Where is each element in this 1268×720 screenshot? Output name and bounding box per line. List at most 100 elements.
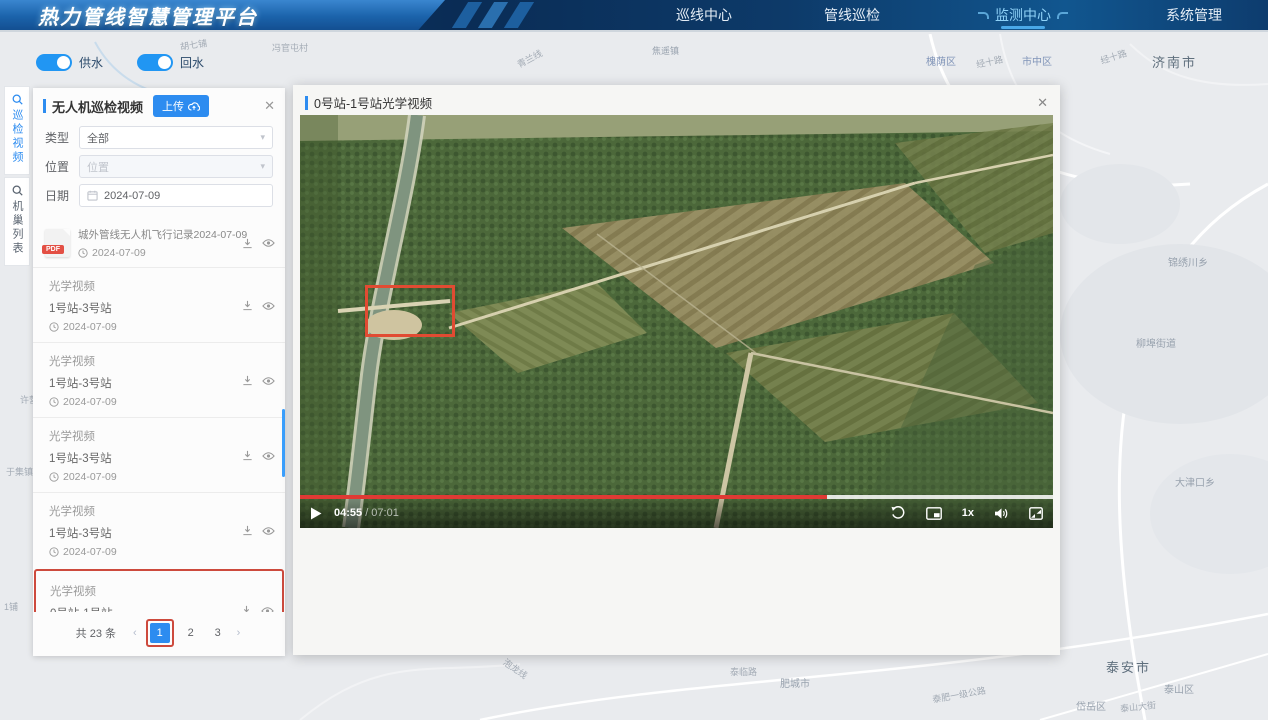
- pagination-page-1[interactable]: 1: [150, 623, 170, 643]
- eye-icon[interactable]: [262, 300, 275, 311]
- clock-icon: [49, 397, 59, 407]
- video-list-item[interactable]: 光学视频 1号站-3号站 2024-07-09: [33, 417, 285, 492]
- date-filter-label: 日期: [45, 187, 79, 204]
- map-label: 焦遥镇: [652, 44, 679, 57]
- sidebar-item-label: 机巢列表: [9, 200, 25, 256]
- top-navbar: 热力管线智慧管理平台 巡线中心 管线巡检 监测中心 系统管理: [0, 0, 1268, 32]
- search-icon: [12, 94, 23, 105]
- return-water-toggle[interactable]: [137, 54, 173, 71]
- calendar-icon: [87, 190, 98, 201]
- clock-icon: [49, 547, 59, 557]
- pagination-page-3[interactable]: 3: [208, 623, 228, 643]
- eye-icon[interactable]: [262, 238, 275, 249]
- map-label: 槐荫区: [926, 53, 956, 68]
- download-icon[interactable]: [242, 300, 253, 311]
- chevron-down-icon: ▾: [260, 161, 265, 172]
- pdf-title: 城外管线无人机飞行记录2024-07-09: [78, 227, 236, 242]
- return-water-toggle-group: 回水: [137, 54, 204, 71]
- supply-water-toggle-group: 供水: [36, 54, 103, 71]
- drone-video-panel: 无人机巡检视频 上传 ✕ 类型 全部 ▾ 位置 位置 ▾ 日期: [33, 88, 285, 656]
- cloud-upload-icon: [188, 102, 200, 111]
- current-time: 04:55: [334, 507, 362, 519]
- supply-water-toggle[interactable]: [36, 54, 72, 71]
- upload-button[interactable]: 上传: [153, 95, 209, 117]
- video-list-item-selected[interactable]: 光学视频 0号站-1号站 2024-07-09: [34, 569, 284, 612]
- eye-icon[interactable]: [262, 525, 275, 536]
- map-label: 锦绣川乡: [1168, 254, 1208, 269]
- modal-title: 0号站-1号站光学视频: [314, 93, 432, 112]
- title-accent-bar: [43, 99, 46, 113]
- map-label: 1铺: [4, 600, 18, 613]
- playback-speed-button[interactable]: 1x: [962, 507, 974, 519]
- clock-icon: [49, 472, 59, 482]
- pagination-next[interactable]: ›: [235, 627, 243, 639]
- nav-active-decoration-left: [978, 12, 989, 19]
- download-icon[interactable]: [242, 525, 253, 536]
- pagination-page-2[interactable]: 2: [181, 623, 201, 643]
- sidebar-item-nest-list[interactable]: 机巢列表: [4, 177, 30, 266]
- fullscreen-icon[interactable]: [1029, 507, 1043, 520]
- map-label: 肥城市: [780, 675, 810, 690]
- map-label: 大津口乡: [1175, 474, 1215, 489]
- duration: / 07:01: [362, 507, 399, 519]
- pdf-date: 2024-07-09: [92, 247, 146, 259]
- map-label: 市中区: [1022, 53, 1052, 68]
- download-icon[interactable]: [242, 375, 253, 386]
- return-water-label: 回水: [180, 54, 204, 71]
- video-list-item[interactable]: 光学视频 1号站-3号站 2024-07-09: [33, 267, 285, 342]
- eye-icon[interactable]: [262, 375, 275, 386]
- search-icon: [12, 185, 23, 196]
- nav-active-underline: [1001, 26, 1045, 29]
- eye-icon[interactable]: [262, 450, 275, 461]
- video-player[interactable]: 04:55 / 07:01 1x: [300, 115, 1053, 528]
- download-icon[interactable]: [242, 238, 253, 249]
- map-label: 柳埠街道: [1136, 335, 1176, 350]
- map-label: 冯官屯村: [272, 41, 308, 54]
- app-logo: 热力管线智慧管理平台: [0, 0, 445, 30]
- pagination-prev[interactable]: ‹: [131, 627, 139, 639]
- nav-item-system-management[interactable]: 系统管理: [1120, 0, 1268, 30]
- eye-icon[interactable]: [261, 605, 274, 612]
- app-title: 热力管线智慧管理平台: [38, 1, 258, 30]
- replay-icon[interactable]: [891, 506, 906, 520]
- title-accent-bar: [305, 96, 308, 110]
- video-list-item[interactable]: 光学视频 1号站-3号站 2024-07-09: [33, 342, 285, 417]
- download-icon[interactable]: [241, 605, 252, 612]
- map-label: 于集镇: [6, 465, 33, 478]
- location-filter-label: 位置: [45, 158, 79, 175]
- volume-icon[interactable]: [994, 507, 1009, 520]
- panel-close-icon[interactable]: ✕: [264, 98, 275, 114]
- chevron-down-icon: ▾: [260, 132, 265, 143]
- player-controls: 04:55 / 07:01 1x: [300, 494, 1053, 528]
- play-button[interactable]: [310, 507, 322, 520]
- map-label: 泰安市: [1106, 657, 1151, 676]
- nav-item-patrol-center[interactable]: 巡线中心: [630, 0, 778, 30]
- map-label: 泰山区: [1164, 681, 1194, 696]
- video-modal: 0号站-1号站光学视频 ✕: [293, 85, 1060, 655]
- pagination-total: 共 23 条: [76, 625, 116, 641]
- annotation-box-page: 1: [146, 619, 174, 647]
- date-input[interactable]: 2024-07-09: [79, 184, 273, 207]
- header-stripes-decoration: [452, 2, 562, 28]
- nav-active-decoration-right: [1057, 12, 1068, 19]
- panel-title: 无人机巡检视频: [52, 97, 143, 116]
- clock-icon: [49, 322, 59, 332]
- download-icon[interactable]: [242, 450, 253, 461]
- map-label: 济南市: [1152, 52, 1197, 71]
- sidebar-item-inspection-video[interactable]: 巡检视频: [4, 86, 30, 175]
- list-scrollbar[interactable]: [282, 409, 285, 477]
- type-filter-label: 类型: [45, 129, 79, 146]
- map-label: 岱岳区: [1076, 698, 1106, 713]
- map-label: 泰临路: [730, 665, 757, 678]
- supply-water-label: 供水: [79, 54, 103, 71]
- type-select[interactable]: 全部 ▾: [79, 126, 273, 149]
- video-annotation-box: [365, 285, 455, 337]
- sidebar-item-label: 巡检视频: [9, 109, 25, 165]
- nav-item-pipeline-inspection[interactable]: 管线巡检: [778, 0, 926, 30]
- pdf-record-item[interactable]: PDF 城外管线无人机飞行记录2024-07-09 2024-07-09: [33, 219, 285, 267]
- video-list-item[interactable]: 光学视频 1号站-3号站 2024-07-09: [33, 492, 285, 567]
- picture-in-picture-icon[interactable]: [926, 507, 942, 520]
- nav-item-monitoring-center[interactable]: 监测中心: [926, 0, 1120, 30]
- location-select[interactable]: 位置 ▾: [79, 155, 273, 178]
- modal-close-icon[interactable]: ✕: [1037, 95, 1048, 111]
